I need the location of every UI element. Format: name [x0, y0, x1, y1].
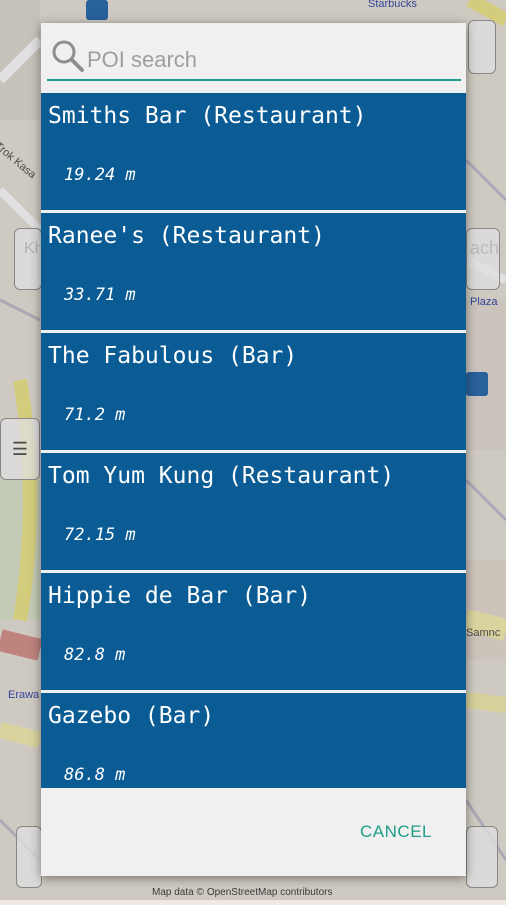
poi-distance: 71.2 m: [64, 405, 126, 425]
search-underline: [47, 79, 461, 81]
poi-name: Gazebo (Bar): [48, 703, 215, 729]
poi-distance: 33.71 m: [64, 285, 136, 305]
cancel-button[interactable]: CANCEL: [360, 822, 432, 842]
poi-result-item[interactable]: The Fabulous (Bar) 71.2 m: [41, 333, 466, 450]
poi-results-list[interactable]: Smiths Bar (Restaurant) 19.24 m Ranee's (R…: [41, 93, 466, 788]
search-input[interactable]: [85, 41, 457, 79]
poi-name: Tom Yum Kung (Restaurant): [48, 463, 395, 489]
poi-distance: 82.8 m: [64, 645, 126, 665]
poi-result-item[interactable]: Tom Yum Kung (Restaurant) 72.15 m: [41, 453, 466, 570]
poi-result-item[interactable]: Smiths Bar (Restaurant) 19.24 m: [41, 93, 466, 210]
poi-name: Smiths Bar (Restaurant): [48, 103, 367, 129]
poi-result-item[interactable]: Gazebo (Bar) 86.8 m: [41, 693, 466, 788]
poi-search-dialog: Smiths Bar (Restaurant) 19.24 m Ranee's (R…: [41, 23, 466, 876]
poi-distance: 86.8 m: [64, 765, 126, 785]
poi-name: Hippie de Bar (Bar): [48, 583, 312, 609]
search-bar: [41, 23, 466, 91]
poi-distance: 72.15 m: [64, 525, 136, 545]
poi-name: The Fabulous (Bar): [48, 343, 298, 369]
poi-distance: 19.24 m: [64, 165, 136, 185]
poi-result-item[interactable]: Ranee's (Restaurant) 33.71 m: [41, 213, 466, 330]
search-icon: [52, 40, 84, 72]
dialog-footer: CANCEL: [41, 788, 466, 876]
poi-result-item[interactable]: Hippie de Bar (Bar) 82.8 m: [41, 573, 466, 690]
poi-name: Ranee's (Restaurant): [48, 223, 325, 249]
